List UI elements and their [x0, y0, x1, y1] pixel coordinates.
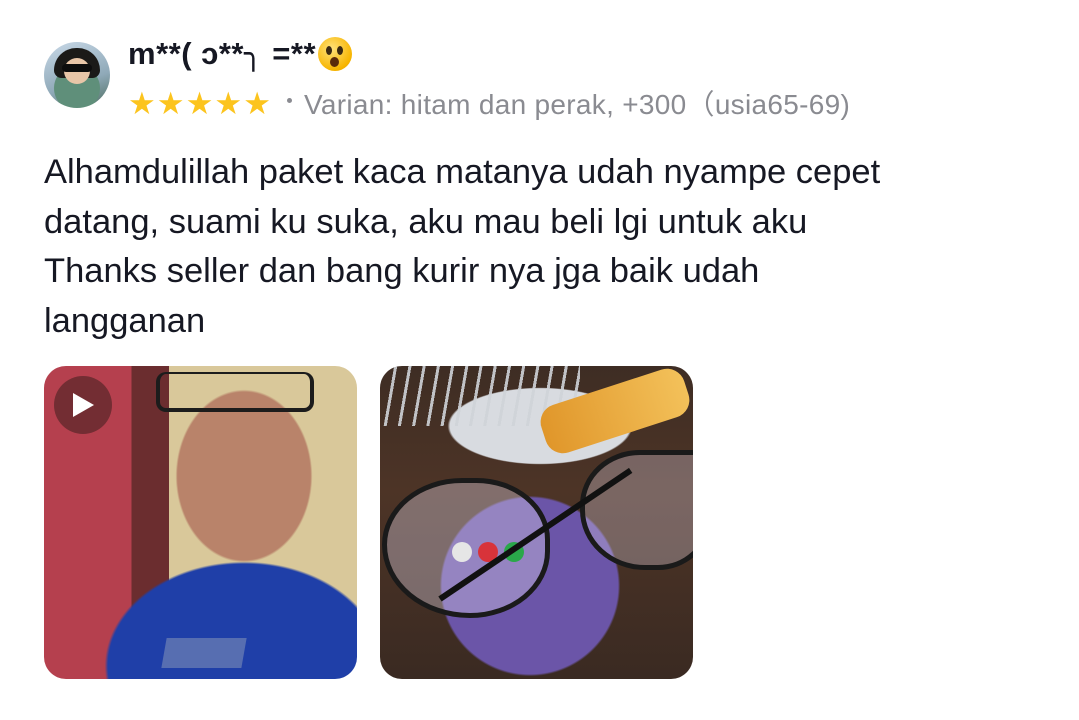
separator-dot [286, 97, 292, 103]
play-icon [73, 393, 94, 417]
review-text: Alhamdulillah paket kaca matanya udah ny… [44, 153, 881, 340]
astonished-face-icon [318, 37, 353, 71]
review-meta: ★ ★ ★ ★ ★ Varian: hitam dan perak, +300（… [128, 86, 851, 121]
shirt-print [161, 638, 247, 668]
glasses-lens-right [580, 450, 693, 570]
star-icon: ★ [214, 85, 243, 121]
avatar-sunglasses [62, 64, 92, 72]
variant-label: Varian: hitam dan perak, +300（usia65-69) [303, 89, 851, 120]
glasses-shape [156, 372, 314, 412]
avatar[interactable] [44, 42, 110, 108]
reviewer-name-text: m**( ͻ**╮ =** [128, 36, 317, 71]
star-icon: ★ [243, 85, 271, 121]
star-icon: ★ [128, 85, 156, 121]
star-icon: ★ [185, 85, 214, 121]
star-rating: ★ ★ ★ ★ ★ [128, 88, 271, 119]
review-video-thumbnail[interactable] [44, 366, 357, 679]
review-photo-thumbnail[interactable] [380, 366, 693, 679]
review-card: m**( ͻ**╮ =** ★ ★ ★ ★ ★ Varian: hitam da… [0, 0, 1079, 720]
reviewer-name[interactable]: m**( ͻ**╮ =** [128, 36, 353, 72]
play-button[interactable] [54, 376, 112, 434]
star-icon: ★ [156, 85, 185, 121]
